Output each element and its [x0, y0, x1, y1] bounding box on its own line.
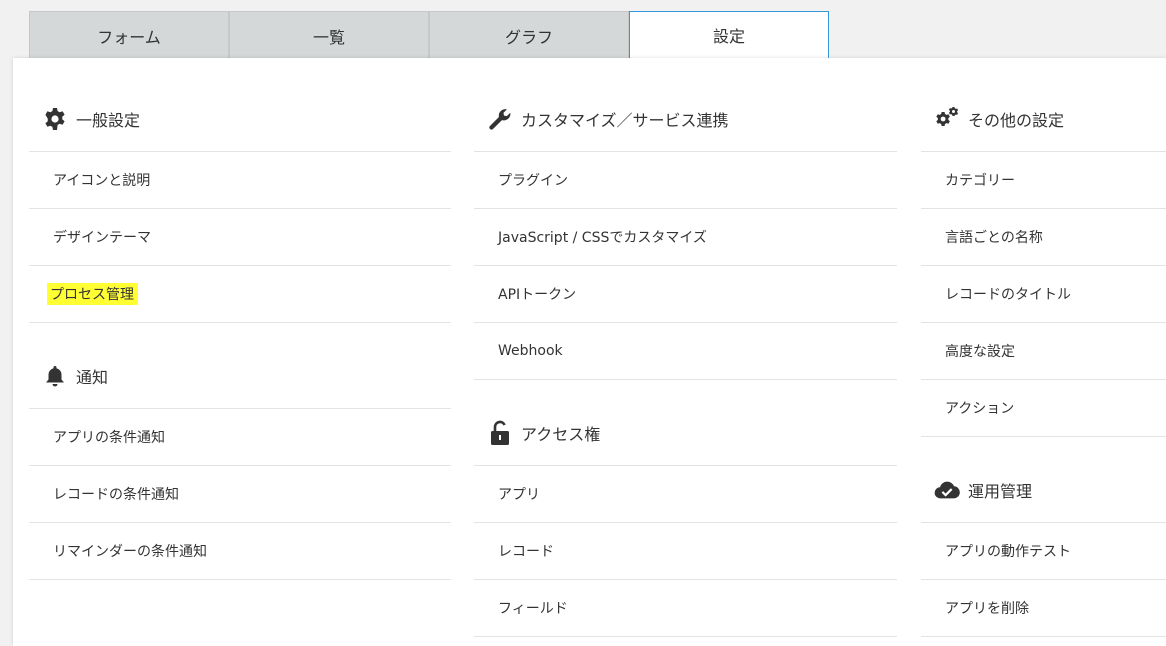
menu-item-app-test[interactable]: アプリの動作テスト — [921, 523, 1166, 580]
section-general-header: 一般設定 — [29, 58, 451, 152]
menu-item-label-highlighted: プロセス管理 — [47, 283, 138, 305]
menu-item-label: アプリ — [498, 487, 540, 503]
bell-icon — [42, 363, 68, 389]
section-ops-title: 運用管理 — [968, 481, 1033, 501]
tab-graph[interactable]: グラフ — [429, 11, 629, 59]
tab-list[interactable]: 一覧 — [229, 11, 429, 59]
menu-item-action[interactable]: アクション — [921, 380, 1166, 437]
cloud-check-icon — [934, 477, 960, 503]
column-general: 一般設定 アイコンと説明 デザインテーマ プロセス管理 通知 アプリの条件通知 … — [29, 58, 451, 580]
menu-item-app-notification[interactable]: アプリの条件通知 — [29, 409, 451, 466]
menu-item-label: 高度な設定 — [945, 344, 1015, 360]
wrench-icon — [487, 106, 513, 132]
menu-item-plugin[interactable]: プラグイン — [474, 152, 897, 209]
gears-icon — [934, 106, 960, 132]
menu-item-process-management[interactable]: プロセス管理 — [29, 266, 451, 323]
menu-item-localized-name[interactable]: 言語ごとの名称 — [921, 209, 1166, 266]
menu-item-label: 言語ごとの名称 — [945, 230, 1043, 246]
section-customize-header: カスタマイズ／サービス連携 — [474, 58, 897, 152]
menu-item-api-token[interactable]: APIトークン — [474, 266, 897, 323]
menu-item-access-field[interactable]: フィールド — [474, 580, 897, 637]
menu-item-label: JavaScript / CSSでカスタマイズ — [498, 230, 707, 246]
section-access-header: アクセス権 — [474, 380, 897, 466]
menu-item-label: アプリの動作テスト — [945, 544, 1071, 560]
tab-form[interactable]: フォーム — [29, 11, 229, 59]
settings-panel: 一般設定 アイコンと説明 デザインテーマ プロセス管理 通知 アプリの条件通知 … — [13, 58, 1166, 646]
menu-item-label: アプリを削除 — [945, 601, 1029, 617]
menu-item-advanced-settings[interactable]: 高度な設定 — [921, 323, 1166, 380]
menu-item-category[interactable]: カテゴリー — [921, 152, 1166, 209]
menu-item-access-record[interactable]: レコード — [474, 523, 897, 580]
menu-item-access-app[interactable]: アプリ — [474, 466, 897, 523]
section-customize-title: カスタマイズ／サービス連携 — [521, 110, 729, 130]
menu-item-label: カテゴリー — [945, 173, 1015, 189]
menu-item-label: リマインダーの条件通知 — [53, 544, 207, 560]
menu-item-reminder-notification[interactable]: リマインダーの条件通知 — [29, 523, 451, 580]
section-general-title: 一般設定 — [76, 110, 141, 130]
menu-item-label: デザインテーマ — [53, 230, 151, 246]
menu-item-app-delete[interactable]: アプリを削除 — [921, 580, 1166, 637]
tab-bar: フォーム 一覧 グラフ 設定 — [29, 11, 829, 59]
menu-item-design-theme[interactable]: デザインテーマ — [29, 209, 451, 266]
menu-item-icon-description[interactable]: アイコンと説明 — [29, 152, 451, 209]
menu-item-label: レコード — [498, 544, 554, 560]
menu-item-label: フィールド — [498, 601, 568, 617]
menu-item-label: アクション — [945, 401, 1015, 417]
section-notify-title: 通知 — [76, 367, 109, 387]
column-other: その他の設定 カテゴリー 言語ごとの名称 レコードのタイトル 高度な設定 アクシ… — [921, 58, 1166, 637]
menu-item-label: プラグイン — [498, 173, 568, 189]
menu-item-label: アプリの条件通知 — [53, 430, 165, 446]
menu-item-label: Webhook — [498, 343, 563, 359]
menu-item-label: APIトークン — [498, 287, 577, 303]
gear-icon — [42, 106, 68, 132]
section-access-title: アクセス権 — [521, 424, 601, 444]
menu-item-webhook[interactable]: Webhook — [474, 323, 897, 380]
column-customize: カスタマイズ／サービス連携 プラグイン JavaScript / CSSでカスタ… — [474, 58, 897, 637]
section-notify-header: 通知 — [29, 323, 451, 409]
tab-settings[interactable]: 設定 — [629, 11, 829, 59]
unlocked-icon — [487, 420, 513, 446]
menu-item-record-title[interactable]: レコードのタイトル — [921, 266, 1166, 323]
section-ops-header: 運用管理 — [921, 437, 1166, 523]
menu-item-label: レコードのタイトル — [945, 287, 1071, 303]
section-other-header: その他の設定 — [921, 58, 1166, 152]
section-other-title: その他の設定 — [968, 110, 1065, 130]
menu-item-label: アイコンと説明 — [53, 173, 151, 189]
menu-item-label: レコードの条件通知 — [53, 487, 179, 503]
menu-item-record-notification[interactable]: レコードの条件通知 — [29, 466, 451, 523]
menu-item-js-css-customize[interactable]: JavaScript / CSSでカスタマイズ — [474, 209, 897, 266]
